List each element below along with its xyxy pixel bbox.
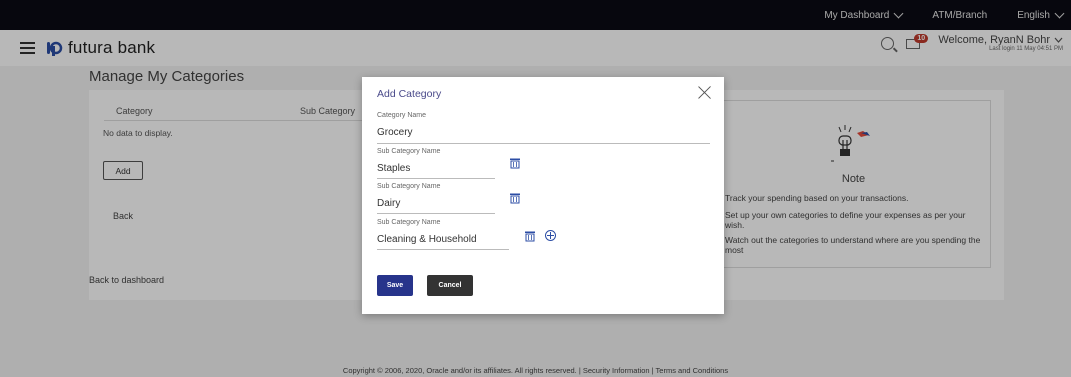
sub-category-underline (377, 249, 509, 250)
sub-category-name-input[interactable]: Staples (377, 163, 410, 174)
trash-icon[interactable] (509, 157, 521, 169)
sub-category-name-label: Sub Category Name (377, 148, 441, 155)
category-name-label: Category Name (377, 112, 427, 119)
sub-category-name-input[interactable]: Cleaning & Household (377, 234, 477, 245)
trash-icon[interactable] (524, 230, 536, 242)
close-icon[interactable] (698, 85, 712, 99)
dialog-title: Add Category (377, 88, 442, 100)
sub-category-name-label: Sub Category Name (377, 183, 441, 190)
category-name-underline (377, 143, 710, 144)
add-sub-category-icon[interactable] (545, 230, 556, 241)
save-button[interactable]: Save (377, 275, 413, 296)
add-category-dialog: Add Category Category Name Grocery Sub C… (362, 77, 724, 314)
trash-icon[interactable] (509, 192, 521, 204)
sub-category-name-label: Sub Category Name (377, 219, 441, 226)
sub-category-underline (377, 213, 495, 214)
cancel-button[interactable]: Cancel (427, 275, 473, 296)
sub-category-name-input[interactable]: Dairy (377, 198, 400, 209)
category-name-input[interactable]: Grocery (377, 127, 413, 138)
sub-category-underline (377, 178, 495, 179)
